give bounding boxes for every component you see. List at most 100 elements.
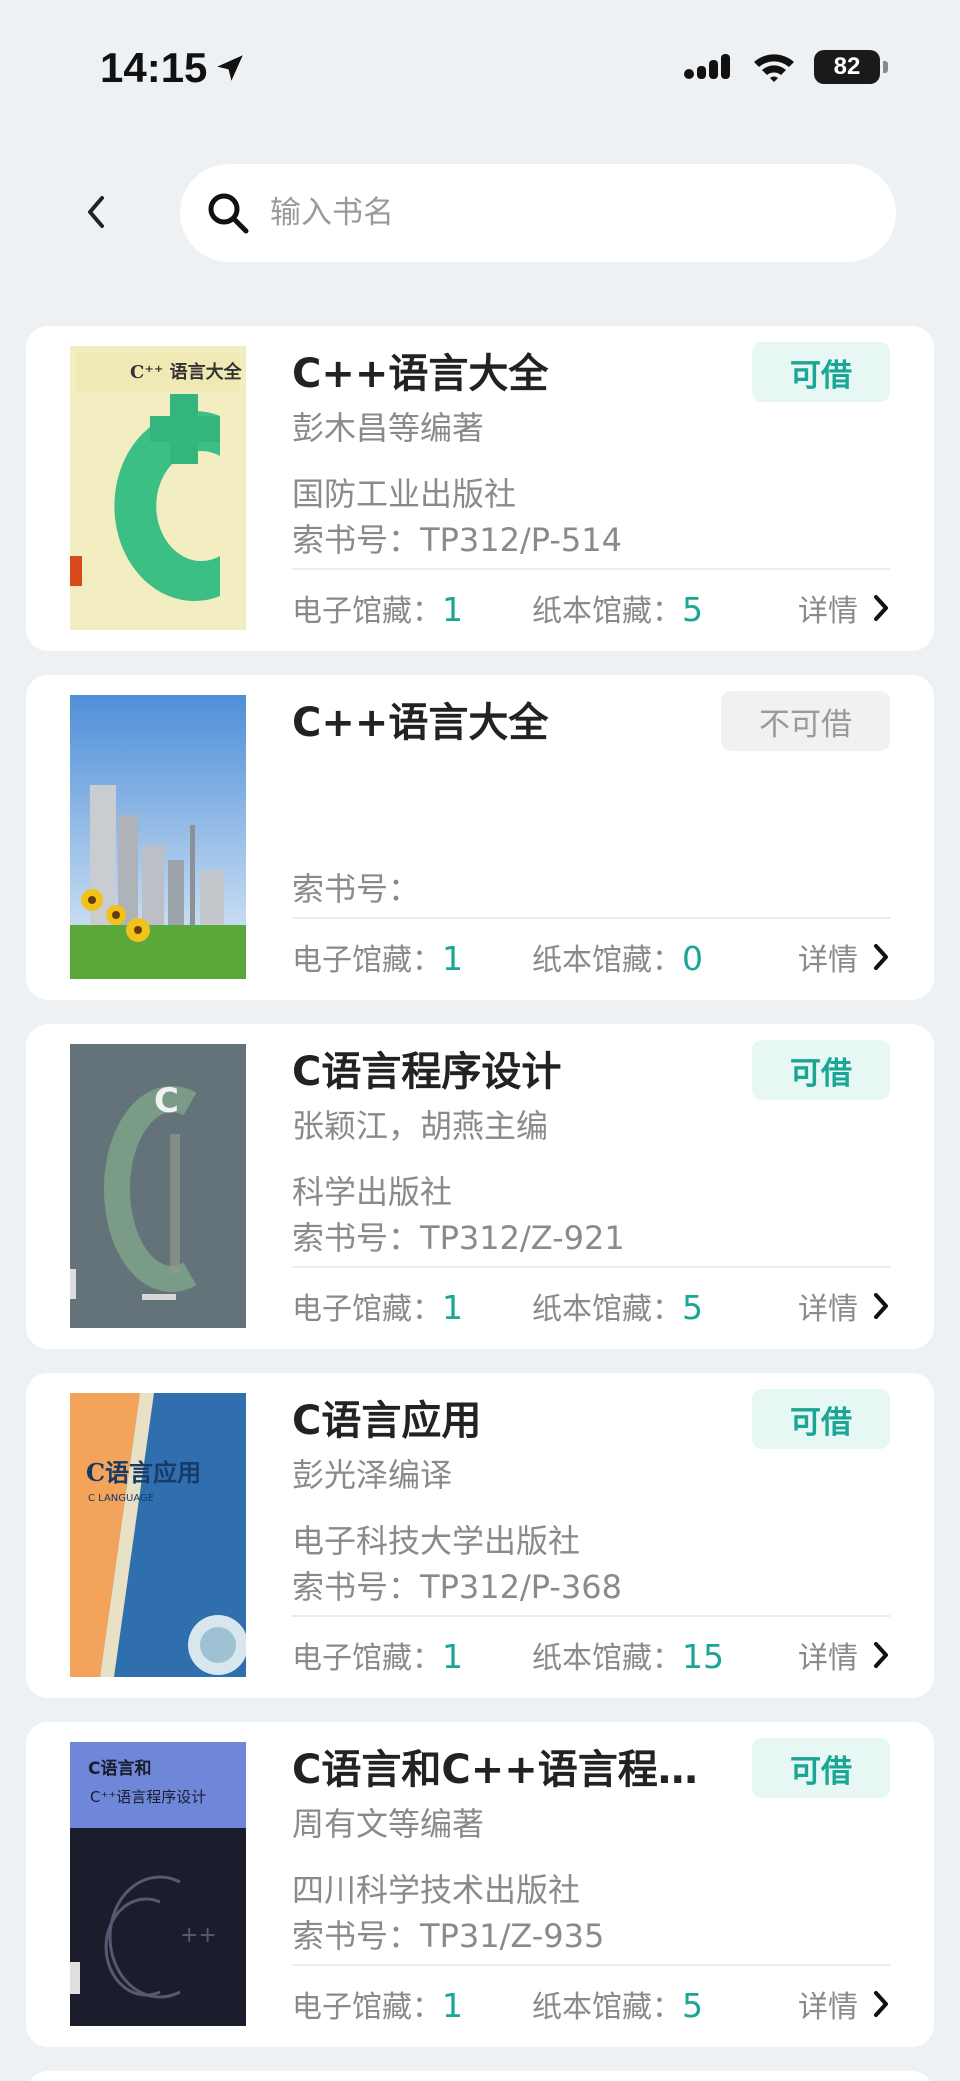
call-number-label: 索书号：	[292, 1219, 421, 1257]
paper-holdings: 纸本馆藏：15	[532, 1633, 772, 1677]
chevron-right-icon	[874, 1642, 888, 1668]
paper-count: 5	[682, 1288, 703, 1327]
availability-badge: 可借	[752, 342, 890, 402]
detail-label: 详情	[798, 1641, 858, 1676]
battery-level: 82	[833, 53, 861, 80]
book-card[interactable]: C语言应用 C LANGUAGE C语言应用 可借 彭光泽编译 电子科技大学出版…	[26, 1373, 934, 1698]
paper-label: 纸本馆藏：	[532, 1990, 682, 2025]
holdings-row: 电子馆藏：1 纸本馆藏：5 详情	[292, 1980, 890, 2028]
search-input[interactable]	[270, 195, 830, 231]
detail-link[interactable]: 详情	[798, 586, 890, 630]
detail-label: 详情	[798, 943, 858, 978]
call-number: 索书号：TP312/P-514	[292, 516, 622, 564]
book-card[interactable]: C⁺⁺ 语言大全 C++语言大全 可借 彭木昌等编著 国防工业出版社 索书号：T…	[26, 326, 934, 651]
detail-label: 详情	[798, 1292, 858, 1327]
ebook-holdings: 电子馆藏：1	[292, 586, 532, 630]
book-publisher: 电子科技大学出版社	[292, 1522, 581, 1560]
wifi-icon	[754, 54, 794, 82]
book-card[interactable]: C++语言大全 不可借 索书号： 电子馆藏：1 纸本馆藏：0 详情	[26, 675, 934, 1000]
book-cover: C	[70, 1044, 246, 1328]
paper-holdings: 纸本馆藏：5	[532, 1284, 772, 1328]
clock-text: 14:15	[100, 44, 208, 91]
call-number: 索书号：TP312/P-368	[292, 1563, 622, 1611]
ebook-label: 电子馆藏：	[292, 1292, 442, 1327]
ebook-count: 1	[442, 1986, 463, 2025]
chevron-right-icon	[874, 1293, 888, 1319]
ebook-label: 电子馆藏：	[292, 594, 442, 629]
book-title: C语言应用	[292, 1398, 482, 1444]
chevron-right-icon	[874, 595, 888, 621]
paper-holdings: 纸本馆藏：0	[532, 935, 772, 979]
call-number-label: 索书号：	[292, 521, 421, 559]
cover-subtitle: C LANGUAGE	[88, 1493, 154, 1504]
ebook-holdings: 电子馆藏：1	[292, 1284, 532, 1328]
book-author: 张颖江，胡燕主编	[292, 1107, 549, 1145]
call-number-value: TP31/Z-935	[420, 1917, 605, 1955]
location-arrow-icon	[217, 55, 244, 81]
divider	[292, 1964, 890, 1966]
call-number-value: TP312/P-368	[420, 1568, 622, 1606]
ebook-count: 1	[442, 1288, 463, 1327]
book-card[interactable]: C C语言程序设计 可借 张颖江，胡燕主编 科学出版社 索书号：TP312/Z-…	[26, 1024, 934, 1349]
call-number-label: 索书号：	[292, 1568, 421, 1606]
chevron-left-icon	[88, 196, 104, 228]
detail-link[interactable]: 详情	[798, 1982, 890, 2026]
detail-label: 详情	[798, 1990, 858, 2025]
divider	[292, 917, 890, 919]
book-publisher: 国防工业出版社	[292, 475, 517, 513]
ebook-count: 1	[442, 939, 463, 978]
paper-label: 纸本馆藏：	[532, 1292, 682, 1327]
paper-count: 0	[682, 939, 703, 978]
book-title: C语言和C++语言程序设计	[292, 1747, 732, 1793]
book-card-partial[interactable]	[26, 2071, 934, 2081]
ebook-count: 1	[442, 1637, 463, 1676]
ebook-count: 1	[442, 590, 463, 629]
cover-title: C语言和	[88, 1758, 151, 1779]
cellular-signal-icon	[684, 54, 730, 79]
book-publisher: 四川科学技术出版社	[292, 1871, 581, 1909]
holdings-row: 电子馆藏：1 纸本馆藏：15 详情	[292, 1631, 890, 1679]
book-cover: C语言和 C⁺⁺语言程序设计 ++	[70, 1742, 246, 2026]
paper-holdings: 纸本馆藏：5	[532, 1982, 772, 2026]
search-bar[interactable]	[180, 164, 896, 262]
availability-badge: 不可借	[721, 691, 890, 751]
search-icon	[208, 193, 249, 234]
holdings-row: 电子馆藏：1 纸本馆藏：5 详情	[292, 584, 890, 632]
call-number: 索书号：TP31/Z-935	[292, 1912, 604, 1960]
battery-icon: 82	[814, 50, 888, 84]
paper-label: 纸本馆藏：	[532, 594, 682, 629]
detail-link[interactable]: 详情	[798, 1284, 890, 1328]
svg-text:++: ++	[180, 1923, 217, 1948]
detail-link[interactable]: 详情	[798, 935, 890, 979]
book-author: 周有文等编著	[292, 1805, 485, 1843]
search-header	[0, 160, 960, 264]
book-title: C++语言大全	[292, 351, 549, 397]
paper-holdings: 纸本馆藏：5	[532, 586, 772, 630]
holdings-row: 电子馆藏：1 纸本馆藏：5 详情	[292, 1282, 890, 1330]
paper-count: 5	[682, 1986, 703, 2025]
divider	[292, 1266, 890, 1268]
call-number-label: 索书号：	[292, 1917, 421, 1955]
call-number-value: TP312/P-514	[420, 521, 622, 559]
divider	[292, 1615, 890, 1617]
book-publisher: 科学出版社	[292, 1173, 453, 1211]
paper-count: 5	[682, 590, 703, 629]
back-button[interactable]	[66, 182, 126, 242]
availability-badge: 可借	[752, 1040, 890, 1100]
divider	[292, 568, 890, 570]
ebook-holdings: 电子馆藏：1	[292, 935, 532, 979]
cover-letter: C	[154, 1081, 179, 1121]
cover-title: C⁺⁺ 语言大全	[130, 361, 243, 383]
cover-subtitle: C⁺⁺语言程序设计	[90, 1788, 206, 1806]
chevron-right-icon	[874, 1991, 888, 2017]
book-title: C语言程序设计	[292, 1049, 562, 1095]
detail-link[interactable]: 详情	[798, 1633, 890, 1677]
book-card[interactable]: C语言和 C⁺⁺语言程序设计 ++ C语言和C++语言程序设计 可借 周有文等编…	[26, 1722, 934, 2047]
ebook-label: 电子馆藏：	[292, 1641, 442, 1676]
detail-label: 详情	[798, 594, 858, 629]
book-list: C⁺⁺ 语言大全 C++语言大全 可借 彭木昌等编著 国防工业出版社 索书号：T…	[26, 326, 934, 2081]
paper-count: 15	[682, 1637, 724, 1676]
book-author: 彭光泽编译	[292, 1456, 453, 1494]
availability-badge: 可借	[752, 1738, 890, 1798]
holdings-row: 电子馆藏：1 纸本馆藏：0 详情	[292, 933, 890, 981]
